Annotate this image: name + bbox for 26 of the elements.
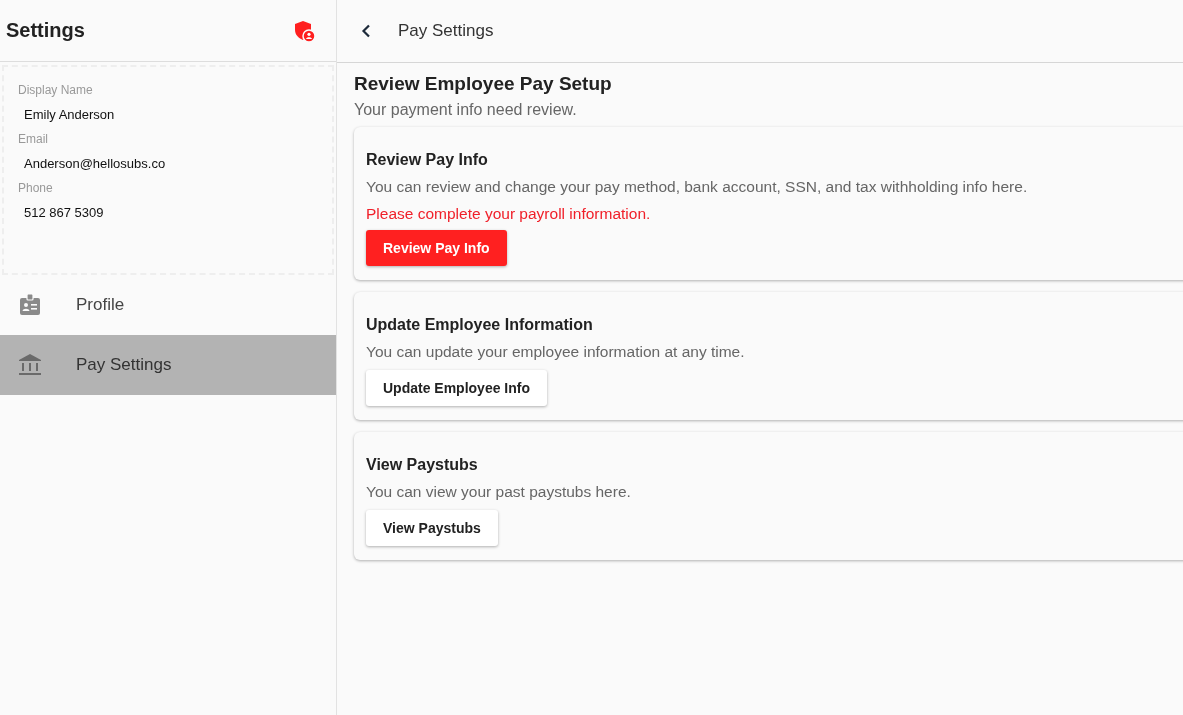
field-label: Display Name — [18, 83, 94, 97]
action-button[interactable]: Review Pay Info — [366, 230, 507, 266]
field-label: Phone — [18, 181, 54, 195]
field-label: Email — [18, 132, 49, 146]
sidebar-item[interactable]: Profile — [0, 275, 336, 335]
card-description: You can update your employee information at any time. — [366, 343, 746, 361]
card-description: You can view your past paystubs here. — [366, 483, 632, 501]
card-title: View Paystubs — [366, 456, 479, 474]
section-heading: Review Employee Pay Setup — [354, 73, 613, 95]
field-value: Anderson@hellosubs.co — [24, 156, 167, 171]
action-button[interactable]: Update Employee Info — [366, 370, 548, 406]
id-badge-icon — [18, 293, 42, 317]
back-chevron-icon[interactable] — [361, 24, 371, 38]
card-description: You can review and change your pay method, bank account, SSN, and tax withholding info here. — [366, 178, 1029, 196]
section-subheading: Your payment info need review. — [354, 101, 578, 119]
action-button[interactable]: View Paystubs — [366, 510, 498, 546]
sidebar-title: Settings — [6, 19, 85, 42]
card-title: Review Pay Info — [366, 151, 489, 169]
page-title: Pay Settings — [398, 21, 494, 41]
shield-user-icon[interactable] — [294, 19, 316, 42]
field-value: Emily Anderson — [24, 107, 116, 122]
sidebar-item[interactable]: Pay Settings — [0, 335, 336, 395]
warning-text: Please complete your payroll information. — [366, 205, 652, 223]
bank-building-icon — [18, 353, 42, 377]
field-value: 512 867 5309 — [24, 205, 105, 220]
card-title: Update Employee Information — [366, 316, 594, 334]
